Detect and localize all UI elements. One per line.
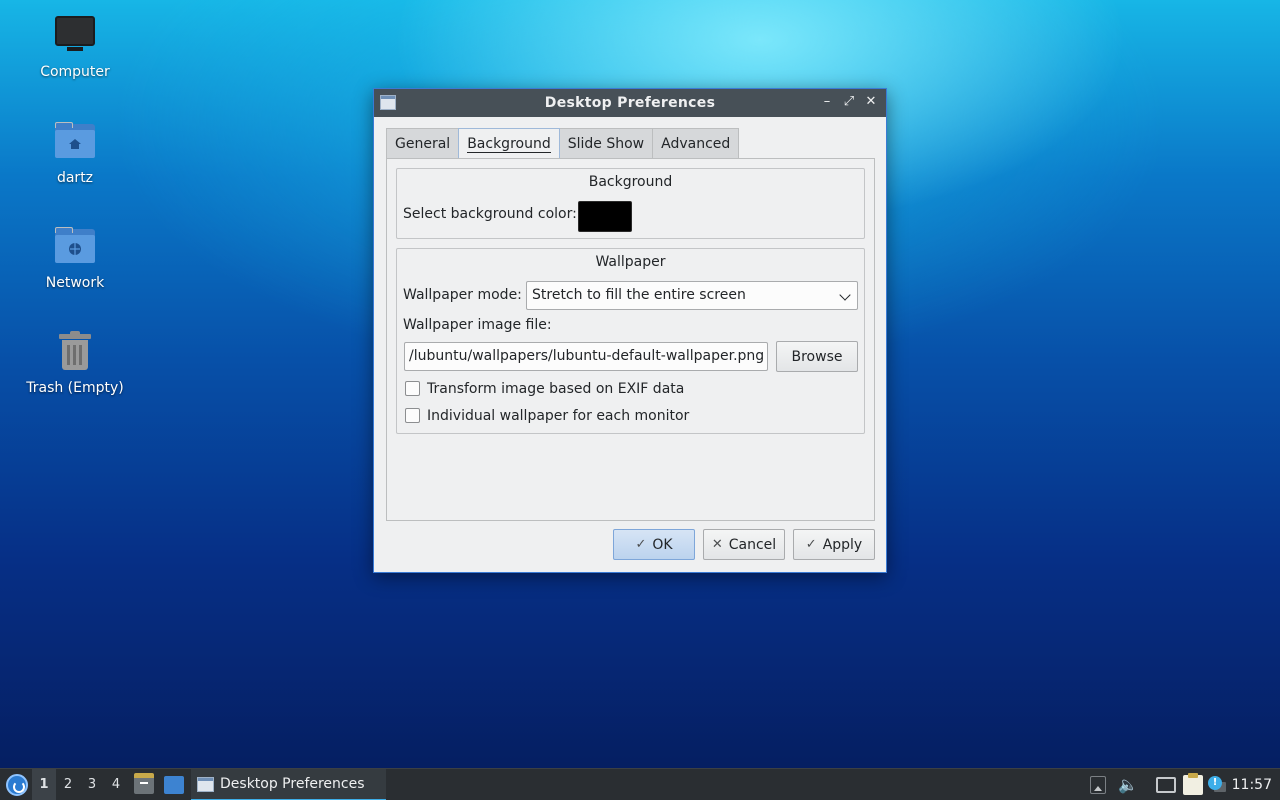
wallpaper-group: Wallpaper Wallpaper mode: Stretch to fil… [396, 248, 865, 434]
desktop-icon-label: Trash (Empty) [26, 380, 124, 396]
background-color-label: Select background color: [403, 206, 577, 222]
group-title: Background [588, 174, 673, 190]
taskbar: 1 2 3 4 Desktop Preferences 🔈 ! 11:57 [0, 768, 1280, 800]
desktop-4-button[interactable]: 4 [104, 769, 128, 800]
desktop-icon-label: Network [45, 275, 105, 291]
taskbar-item-label: Desktop Preferences [220, 776, 365, 792]
close-icon: ✕ [711, 537, 723, 552]
wallpaper-file-label: Wallpaper image file: [403, 317, 552, 333]
group-title: Wallpaper [595, 254, 666, 270]
clock[interactable]: 11:57 [1232, 769, 1272, 800]
ok-button[interactable]: ✓ OK [613, 529, 695, 560]
desktop-3-button[interactable]: 3 [80, 769, 104, 800]
background-group: Background Select background color: [396, 168, 865, 239]
minimize-button[interactable]: – [818, 93, 836, 111]
window-title: Desktop Preferences [544, 95, 716, 111]
tab-general[interactable]: General [386, 128, 460, 158]
clipboard-icon[interactable] [1183, 773, 1203, 795]
cancel-button[interactable]: ✕ Cancel [703, 529, 785, 560]
browse-button[interactable]: Browse [776, 341, 858, 372]
per-monitor-label: Individual wallpaper for each monitor [427, 408, 690, 424]
chevron-down-icon [839, 289, 851, 301]
trash-icon [53, 330, 97, 374]
tab-slide-show[interactable]: Slide Show [558, 128, 654, 158]
desktop-switcher: 1 2 3 4 [32, 769, 128, 800]
close-button[interactable]: ✕ [862, 93, 880, 111]
tab-panel-background: Background Select background color: Wall… [386, 158, 875, 521]
desktop-icon-computer[interactable]: Computer [15, 14, 135, 80]
volume-icon[interactable]: 🔈 [1118, 775, 1138, 795]
window-app-icon [380, 95, 396, 110]
background-color-button[interactable] [578, 201, 632, 232]
wallpaper-mode-select[interactable]: Stretch to fill the entire screen [526, 281, 858, 310]
desktop-icon-network[interactable]: Network [15, 225, 135, 291]
check-icon: ✓ [635, 537, 647, 552]
desktop-icon-trash[interactable]: Trash (Empty) [15, 330, 135, 396]
home-folder-icon [53, 120, 97, 164]
desktop-2-button[interactable]: 2 [56, 769, 80, 800]
tab-bar: General Background Slide Show Advanced [386, 128, 740, 159]
desktop-preferences-window: Desktop Preferences – ⤢ ✕ General Backgr… [373, 88, 887, 573]
per-monitor-checkbox[interactable] [405, 408, 420, 423]
check-icon: ✓ [805, 537, 817, 552]
window-titlebar[interactable]: Desktop Preferences – ⤢ ✕ [374, 89, 886, 117]
file-manager-icon[interactable] [134, 773, 154, 794]
maximize-button[interactable]: ⤢ [840, 93, 858, 111]
wallpaper-mode-value: Stretch to fill the entire screen [532, 287, 746, 303]
application-menu-button[interactable] [6, 774, 28, 796]
apply-button[interactable]: ✓ Apply [793, 529, 875, 560]
computer-icon [53, 14, 97, 58]
desktop-icon-label: Computer [40, 64, 110, 80]
tray-expand-icon[interactable] [1090, 776, 1106, 794]
desktop-icon-home[interactable]: dartz [15, 120, 135, 186]
desktop-1-button[interactable]: 1 [32, 769, 56, 800]
exif-label: Transform image based on EXIF data [427, 381, 685, 397]
window-app-icon [197, 776, 214, 792]
show-desktop-icon[interactable] [164, 776, 184, 794]
exif-checkbox[interactable] [405, 381, 420, 396]
network-icon[interactable] [1156, 777, 1176, 793]
wallpaper-mode-label: Wallpaper mode: [403, 287, 522, 303]
tab-advanced[interactable]: Advanced [652, 128, 740, 158]
wallpaper-file-input[interactable]: /lubuntu/wallpapers/lubuntu-default-wall… [404, 342, 768, 371]
notification-icon[interactable]: ! [1208, 776, 1226, 794]
taskbar-item-desktop-preferences[interactable]: Desktop Preferences [191, 769, 386, 800]
tab-background[interactable]: Background [458, 128, 560, 159]
network-folder-icon [53, 225, 97, 269]
desktop-icon-label: dartz [56, 170, 94, 186]
